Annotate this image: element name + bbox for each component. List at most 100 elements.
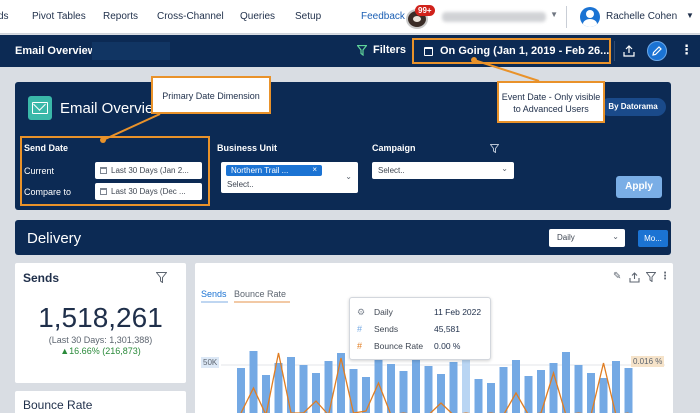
edit-button[interactable] <box>647 41 667 61</box>
share-icon[interactable] <box>623 45 635 57</box>
chart-bar <box>462 358 470 413</box>
event-date-range: On Going (Jan 1, 2019 - Feb 26... <box>440 45 610 57</box>
business-unit-select[interactable]: Northern Trail ... × Select.. ⌄ <box>221 162 358 193</box>
chart-bar <box>262 375 270 413</box>
dashboard-header: Email Overview Filters On Going (Jan 1, … <box>0 35 700 67</box>
org-selector[interactable]: ▼ <box>442 10 558 24</box>
campaign-select[interactable]: Select.. ⌄ <box>372 162 514 179</box>
chart-bar <box>437 374 445 413</box>
dashboard-title: Email Overview <box>15 45 97 57</box>
tab-bounce-rate[interactable]: Bounce Rate <box>234 289 286 299</box>
more-options-icon[interactable]: ⋮ <box>660 271 670 282</box>
more-button[interactable]: Mo... <box>638 230 668 247</box>
sends-comparison: (Last 30 Days: 1,301,388) <box>48 335 153 345</box>
event-date-selector[interactable]: On Going (Jan 1, 2019 - Feb 26... <box>412 38 611 64</box>
pencil-icon <box>652 46 662 56</box>
chart-bar <box>599 378 608 413</box>
filters-button[interactable]: Filters <box>373 44 406 56</box>
chart-bar <box>487 383 495 413</box>
tooltip-row: # Sends 45,581 <box>350 321 492 338</box>
sends-title: Sends <box>23 271 60 285</box>
tab-underline <box>234 301 290 303</box>
remove-pill-icon[interactable]: × <box>312 165 317 174</box>
pencil-icon[interactable]: ✎ <box>613 271 621 282</box>
callout-event-date: Event Date - Only visible to Advanced Us… <box>497 81 605 123</box>
current-label: Current <box>24 166 55 176</box>
delivery-section-header: Delivery Daily ⌄ Mo... <box>15 220 671 255</box>
chart-bar <box>624 368 633 413</box>
gear-icon: ⚙ <box>357 307 366 317</box>
hash-icon: # <box>357 341 363 351</box>
chart-bar <box>537 370 545 413</box>
divider <box>614 41 615 61</box>
chart-bar <box>474 379 483 413</box>
campaign-placeholder: Select.. <box>378 166 405 175</box>
campaign-label: Campaign <box>372 143 416 153</box>
sends-value: 1,518,261 <box>38 302 163 333</box>
more-options-icon[interactable]: ⋮ <box>680 43 693 57</box>
chart-bar <box>312 373 320 413</box>
tab-underline <box>201 301 228 303</box>
notifications-button[interactable]: 99+ <box>404 5 435 29</box>
chart-bar <box>412 355 420 413</box>
feedback-link[interactable]: Feedback <box>361 11 405 22</box>
bounce-rate-kpi-card: Bounce Rate <box>15 391 186 413</box>
chevron-down-icon: ⌄ <box>345 172 352 181</box>
chart-bar <box>549 363 558 413</box>
apply-button[interactable]: Apply <box>616 176 662 198</box>
nav-item-cross-channel[interactable]: Cross-Channel <box>157 11 224 22</box>
user-name[interactable]: Rachelle Cohen <box>606 11 677 22</box>
org-name-redacted <box>442 12 546 22</box>
tooltip-key: Daily <box>374 307 393 317</box>
filter-icon[interactable] <box>646 272 656 282</box>
share-icon[interactable] <box>629 272 640 283</box>
chart-tooltip: ⚙ Daily 11 Feb 2022 # Sends 45,581 # Bou… <box>349 297 491 360</box>
tab-sends[interactable]: Sends <box>201 289 227 299</box>
nav-item-setup[interactable]: Setup <box>295 11 321 22</box>
chart-bar <box>524 376 533 413</box>
compare-date-value: Last 30 Days (Dec ... <box>111 187 186 196</box>
hash-icon: # <box>357 324 363 334</box>
nav-item-queries[interactable]: Queries <box>240 11 275 22</box>
chart-bar <box>362 377 370 413</box>
chart-bar <box>249 351 258 413</box>
tooltip-value: 11 Feb 2022 <box>434 307 482 317</box>
granularity-select[interactable]: Daily ⌄ <box>549 229 625 247</box>
chart-bar <box>512 360 520 413</box>
chart-bar <box>374 359 383 413</box>
by-datorama-badge: By Datorama <box>600 98 666 116</box>
chart-bar <box>349 369 358 413</box>
tooltip-row: ⚙ Daily 11 Feb 2022 <box>350 304 492 321</box>
chart-line <box>240 352 629 413</box>
tooltip-row: # Bounce Rate 0.00 % <box>350 338 492 355</box>
tooltip-key: Sends <box>374 324 399 334</box>
tooltip-value: 45,581 <box>434 324 460 334</box>
business-unit-label: Business Unit <box>217 143 278 153</box>
top-navigation: ds Pivot Tables Reports Cross-Channel Qu… <box>0 0 700 34</box>
compare-date-input[interactable]: Last 30 Days (Dec ... <box>95 183 202 200</box>
email-icon <box>28 96 52 120</box>
right-axis-label: 0.016 % <box>631 356 665 367</box>
nav-item-pivot-tables[interactable]: Pivot Tables <box>32 11 86 22</box>
chart-bar <box>274 363 283 413</box>
chart-bar <box>449 362 458 413</box>
panel-title: Email Overvie <box>60 100 154 117</box>
calendar-icon <box>100 188 107 195</box>
nav-item-reports[interactable]: Reports <box>103 11 138 22</box>
chevron-down-icon[interactable]: ▼ <box>686 11 694 20</box>
tooltip-key: Bounce Rate <box>374 341 424 351</box>
user-avatar-icon[interactable] <box>580 7 600 27</box>
sends-kpi-card: Sends 1,518,261 (Last 30 Days: 1,301,388… <box>15 263 186 383</box>
callout-primary-date: Primary Date Dimension <box>151 76 271 114</box>
current-date-input[interactable]: Last 30 Days (Jan 2... <box>95 162 202 179</box>
tooltip-value: 0.00 % <box>434 341 461 351</box>
calendar-icon <box>100 167 107 174</box>
business-unit-pill: Northern Trail ... × <box>226 165 322 176</box>
send-date-label: Send Date <box>24 143 69 153</box>
filter-icon[interactable] <box>490 144 499 153</box>
chart-bar <box>399 371 408 413</box>
filter-icon[interactable] <box>357 45 367 56</box>
bounce-rate-title: Bounce Rate <box>23 398 93 412</box>
filter-icon[interactable] <box>156 272 167 283</box>
nav-item-dashboards[interactable]: ds <box>0 11 9 22</box>
